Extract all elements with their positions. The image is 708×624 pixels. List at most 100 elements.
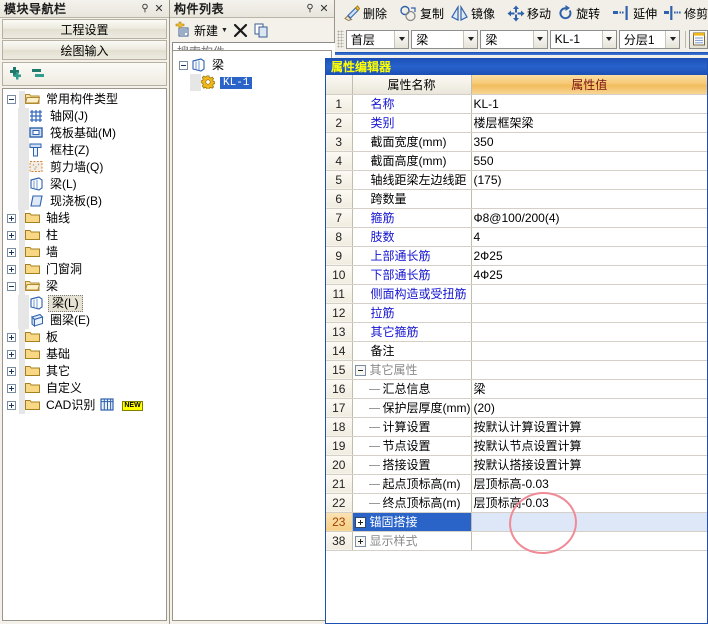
close-icon[interactable]: ✕ (317, 2, 331, 16)
property-row[interactable]: 1 名称 KL-1 (326, 94, 707, 114)
nav-tree-item-9[interactable]: 墙 (7, 244, 166, 261)
property-name-cell[interactable]: 其它属性 (352, 360, 472, 380)
property-name-cell[interactable]: 计算设置 (352, 417, 472, 437)
nav-tree-item-10[interactable]: 门窗洞 (7, 261, 166, 278)
collapse-minus-icon[interactable] (7, 95, 16, 104)
expand-plus-icon[interactable] (7, 231, 16, 240)
toolbar-button-旋转[interactable]: 旋转 (554, 2, 603, 24)
toolbar-button-删除[interactable]: 删除 (339, 2, 390, 24)
property-row[interactable]: 8 肢数 4 (326, 227, 707, 247)
copy-icon[interactable] (253, 22, 270, 39)
nav-tree-item-2[interactable]: 筏板基础(M) (7, 125, 166, 142)
property-name-cell[interactable]: 类别 (352, 113, 472, 133)
nav-tree-item-6[interactable]: 现浇板(B) (7, 193, 166, 210)
property-value-cell[interactable]: 梁 (471, 379, 707, 399)
expand-plus-icon[interactable] (7, 367, 16, 376)
collapse-minus-icon[interactable] (179, 61, 188, 70)
property-name-cell[interactable]: 下部通长筋 (352, 265, 472, 285)
expand-plus-icon[interactable] (7, 265, 16, 274)
property-value-cell[interactable] (471, 360, 707, 380)
property-row[interactable]: 21 起点顶标高(m) 层顶标高-0.03 (326, 474, 707, 494)
property-value-cell[interactable]: 层顶标高-0.03 (471, 474, 707, 494)
property-value-cell[interactable]: 按默认节点设置计算 (471, 436, 707, 456)
property-value-cell[interactable] (471, 189, 707, 209)
property-name-cell[interactable]: 显示样式 (352, 531, 472, 551)
property-value-cell[interactable]: 4Ф25 (471, 265, 707, 285)
delete-x-icon[interactable] (232, 22, 249, 39)
nav-tree-item-4[interactable]: 剪力墙(Q) (7, 159, 166, 176)
toolbar-button-延伸[interactable]: 延伸 (609, 2, 660, 24)
property-name-cell[interactable]: 保护层厚度(mm) (352, 398, 472, 418)
property-name-cell[interactable]: 箍筋 (352, 208, 472, 228)
toolbar-button-镜像[interactable]: 镜像 (447, 2, 498, 24)
property-value-cell[interactable]: 按默认计算设置计算 (471, 417, 707, 437)
property-row[interactable]: 2 类别 楼层框架梁 (326, 113, 707, 133)
property-row[interactable]: 19 节点设置 按默认节点设置计算 (326, 436, 707, 456)
expand-plus-icon[interactable] (354, 536, 366, 547)
property-name-cell[interactable]: 起点顶标高(m) (352, 474, 472, 494)
property-row[interactable]: 6 跨数量 (326, 189, 707, 209)
property-name-cell[interactable]: 跨数量 (352, 189, 472, 209)
expand-plus-icon[interactable] (7, 384, 16, 393)
remove-minus-icon[interactable] (31, 66, 47, 82)
property-row[interactable]: 12 拉筋 (326, 303, 707, 323)
property-value-cell[interactable] (471, 284, 707, 304)
project-settings-button[interactable]: 工程设置 (2, 19, 167, 39)
property-value-cell[interactable] (471, 341, 707, 361)
property-row[interactable]: 10 下部通长筋 4Ф25 (326, 265, 707, 285)
nav-tree-container[interactable]: 常用构件类型 轴网(J) 筏板基础(M) 框柱(Z) 剪力墙(Q) 梁(L) 现浇板(B) 轴… (2, 88, 167, 621)
pin-icon[interactable]: ⚲ (303, 2, 317, 16)
selector-floor[interactable]: 首层 (345, 29, 410, 49)
selector-component-name[interactable]: KL-1 (549, 29, 617, 49)
nav-tree-item-12[interactable]: 梁(L) (7, 295, 166, 312)
nav-tree-item-0[interactable]: 常用构件类型 (7, 91, 166, 108)
property-row[interactable]: 14 备注 (326, 341, 707, 361)
property-row[interactable]: 5 轴线距梁左边线距 (175) (326, 170, 707, 190)
component-tree-container[interactable]: 梁 KL-1 (172, 50, 332, 621)
property-value-cell[interactable] (471, 531, 707, 551)
chevron-down-icon[interactable] (601, 30, 616, 48)
expand-plus-icon[interactable] (354, 517, 366, 528)
property-row[interactable]: 23 锚固搭接 (326, 512, 707, 532)
collapse-minus-icon[interactable] (7, 282, 16, 291)
property-name-cell[interactable]: 名称 (352, 94, 472, 114)
property-row[interactable]: 17 保护层厚度(mm) (20) (326, 398, 707, 418)
property-value-cell[interactable]: 楼层框架梁 (471, 113, 707, 133)
new-component-button[interactable]: 新建 ▼ (174, 20, 228, 40)
selector-component-type[interactable]: 梁 (480, 29, 548, 49)
chevron-down-icon[interactable] (532, 30, 547, 48)
toolbar-button-复制[interactable]: 复制 (396, 2, 447, 24)
property-value-cell[interactable] (471, 303, 707, 323)
nav-tree-item-17[interactable]: 自定义 (7, 380, 166, 397)
property-row[interactable]: 7 箍筋 Ф8@100/200(4) (326, 208, 707, 228)
nav-tree-item-13[interactable]: 圈梁(E) (7, 312, 166, 329)
expand-plus-icon[interactable] (7, 401, 16, 410)
selector-category[interactable]: 梁 (411, 29, 479, 49)
nav-tree-item-3[interactable]: 框柱(Z) (7, 142, 166, 159)
property-value-cell[interactable]: 550 (471, 151, 707, 171)
property-value-cell[interactable] (471, 512, 707, 532)
property-row[interactable]: 20 搭接设置 按默认搭接设置计算 (326, 455, 707, 475)
property-row[interactable]: 15 其它属性 (326, 360, 707, 380)
toolbar-grip[interactable] (337, 30, 344, 48)
nav-tree-item-15[interactable]: 基础 (7, 346, 166, 363)
property-row[interactable]: 18 计算设置 按默认计算设置计算 (326, 417, 707, 437)
chevron-down-icon[interactable] (665, 30, 680, 48)
add-plus-icon[interactable] (9, 66, 25, 82)
expand-plus-icon[interactable] (7, 248, 16, 257)
selector-layer[interactable]: 分层1 (618, 29, 681, 49)
chevron-down-icon[interactable] (394, 30, 409, 48)
nav-tree-item-5[interactable]: 梁(L) (7, 176, 166, 193)
property-name-cell[interactable]: 肢数 (352, 227, 472, 247)
property-row[interactable]: 22 终点顶标高(m) 层顶标高-0.03 (326, 493, 707, 513)
property-row[interactable]: 38 显示样式 (326, 531, 707, 551)
nav-tree-item-14[interactable]: 板 (7, 329, 166, 346)
chevron-down-icon[interactable]: ▼ (221, 27, 228, 34)
property-name-cell[interactable]: 轴线距梁左边线距 (352, 170, 472, 190)
property-row[interactable]: 13 其它箍筋 (326, 322, 707, 342)
property-value-cell[interactable]: (20) (471, 398, 707, 418)
property-row[interactable]: 11 侧面构造或受扭筋 (326, 284, 707, 304)
property-value-cell[interactable]: 350 (471, 132, 707, 152)
property-name-cell[interactable]: 侧面构造或受扭筋 (352, 284, 472, 304)
drawing-input-button[interactable]: 绘图输入 (2, 40, 167, 60)
